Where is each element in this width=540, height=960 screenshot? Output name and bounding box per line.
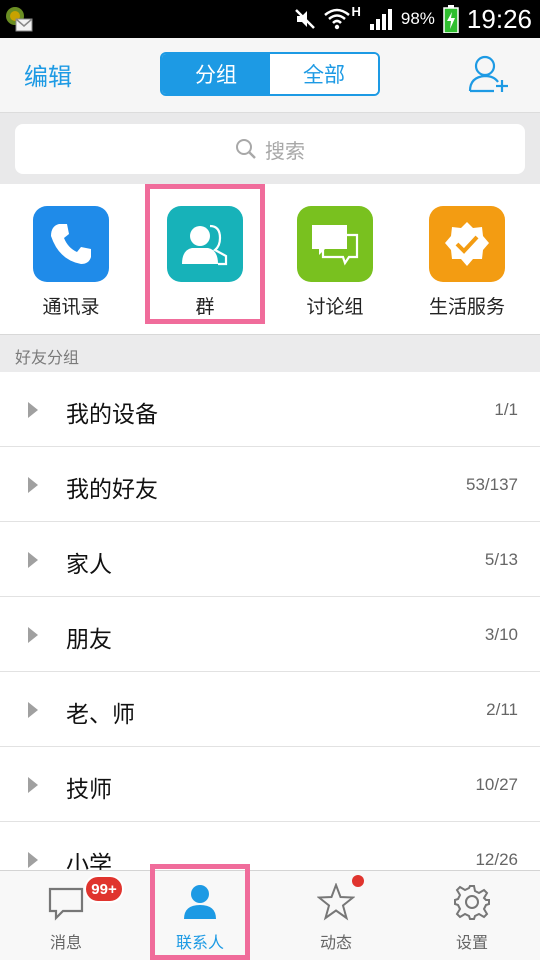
section-header: 好友分组 — [0, 334, 540, 372]
group-name: 我的设备 — [66, 402, 158, 428]
new-activity-dot — [352, 875, 364, 887]
top-header: 编辑 分组 全部 — [0, 38, 540, 112]
clock: 19:26 — [466, 3, 532, 34]
expand-arrow-icon — [28, 477, 38, 493]
list-item[interactable]: 小学 12/26 — [0, 822, 540, 870]
tab-label-settings: 设置 — [455, 933, 488, 952]
highlight-box-groups — [145, 184, 265, 324]
tab-messages[interactable]: 99+ 消息 — [16, 871, 124, 960]
search-placeholder: 搜索 — [265, 138, 305, 163]
add-friend-icon[interactable] — [466, 54, 510, 94]
search-icon — [236, 139, 256, 159]
list-item[interactable]: 技师 10/27 — [0, 747, 540, 822]
chat-icon — [297, 206, 373, 282]
expand-arrow-icon — [28, 702, 38, 718]
segment-groups[interactable]: 分组 — [162, 54, 270, 94]
battery-percent: 98% — [400, 9, 435, 28]
badge-check-icon — [429, 206, 505, 282]
star-icon — [317, 883, 355, 921]
tab-settings[interactable]: 设置 — [422, 871, 522, 960]
group-name: 老、师 — [66, 702, 135, 728]
group-name: 朋友 — [66, 627, 112, 653]
group-count: 2/11 — [486, 700, 518, 719]
group-count: 5/13 — [484, 550, 518, 569]
notification-email-icon — [6, 7, 33, 32]
search-input[interactable]: 搜索 — [15, 124, 525, 174]
status-bar: H 98% 19:26 — [0, 0, 540, 38]
bottom-tab-bar: 99+ 消息 联系人 动态 设置 — [0, 870, 540, 960]
quick-label-contacts-book: 通讯录 — [42, 296, 100, 318]
battery-charging-icon — [443, 5, 459, 33]
quick-item-discussion[interactable]: 讨论组 — [285, 206, 385, 319]
highlight-box-contacts — [150, 864, 250, 960]
expand-arrow-icon — [28, 777, 38, 793]
group-count: 10/27 — [475, 775, 518, 794]
list-item[interactable]: 家人 5/13 — [0, 522, 540, 597]
list-item[interactable]: 我的设备 1/1 — [0, 372, 540, 447]
friend-group-list: 我的设备 1/1 我的好友 53/137 家人 5/13 朋友 3/10 老、师… — [0, 372, 540, 870]
group-count: 3/10 — [484, 625, 518, 644]
edit-button[interactable]: 编辑 — [24, 57, 72, 92]
signal-icon — [369, 9, 392, 30]
group-name: 技师 — [66, 777, 112, 803]
list-item[interactable]: 朋友 3/10 — [0, 597, 540, 672]
group-name: 小学 — [66, 852, 112, 870]
tab-label-feed: 动态 — [319, 933, 352, 952]
list-item[interactable]: 我的好友 53/137 — [0, 447, 540, 522]
phone-icon — [33, 206, 109, 282]
group-count: 12/26 — [475, 850, 518, 869]
tab-feed[interactable]: 动态 — [286, 871, 386, 960]
unread-badge: 99+ — [84, 875, 124, 903]
list-item[interactable]: 老、师 2/11 — [0, 672, 540, 747]
segment-all[interactable]: 全部 — [270, 54, 378, 94]
mute-icon — [294, 9, 315, 29]
section-title: 好友分组 — [15, 348, 80, 367]
group-name: 我的好友 — [66, 477, 158, 503]
expand-arrow-icon — [28, 552, 38, 568]
view-segmented-control: 分组 全部 — [160, 52, 380, 96]
wifi-icon — [323, 8, 350, 30]
gear-icon — [454, 885, 490, 920]
expand-arrow-icon — [28, 852, 38, 868]
quick-item-life-services[interactable]: 生活服务 — [417, 206, 517, 319]
expand-arrow-icon — [28, 402, 38, 418]
expand-arrow-icon — [28, 627, 38, 643]
quick-label-life-services: 生活服务 — [428, 296, 505, 318]
quick-label-discussion: 讨论组 — [306, 296, 364, 318]
group-name: 家人 — [66, 552, 112, 578]
quick-access-row: 通讯录 群 讨论组 生活服务 — [0, 184, 540, 334]
group-count: 53/137 — [466, 475, 518, 494]
quick-item-contacts-book[interactable]: 通讯录 — [21, 206, 121, 319]
network-type: H — [351, 3, 361, 19]
message-icon — [48, 887, 84, 921]
search-bar: 搜索 — [0, 112, 540, 184]
tab-label-messages: 消息 — [49, 933, 82, 952]
group-count: 1/1 — [494, 400, 518, 419]
